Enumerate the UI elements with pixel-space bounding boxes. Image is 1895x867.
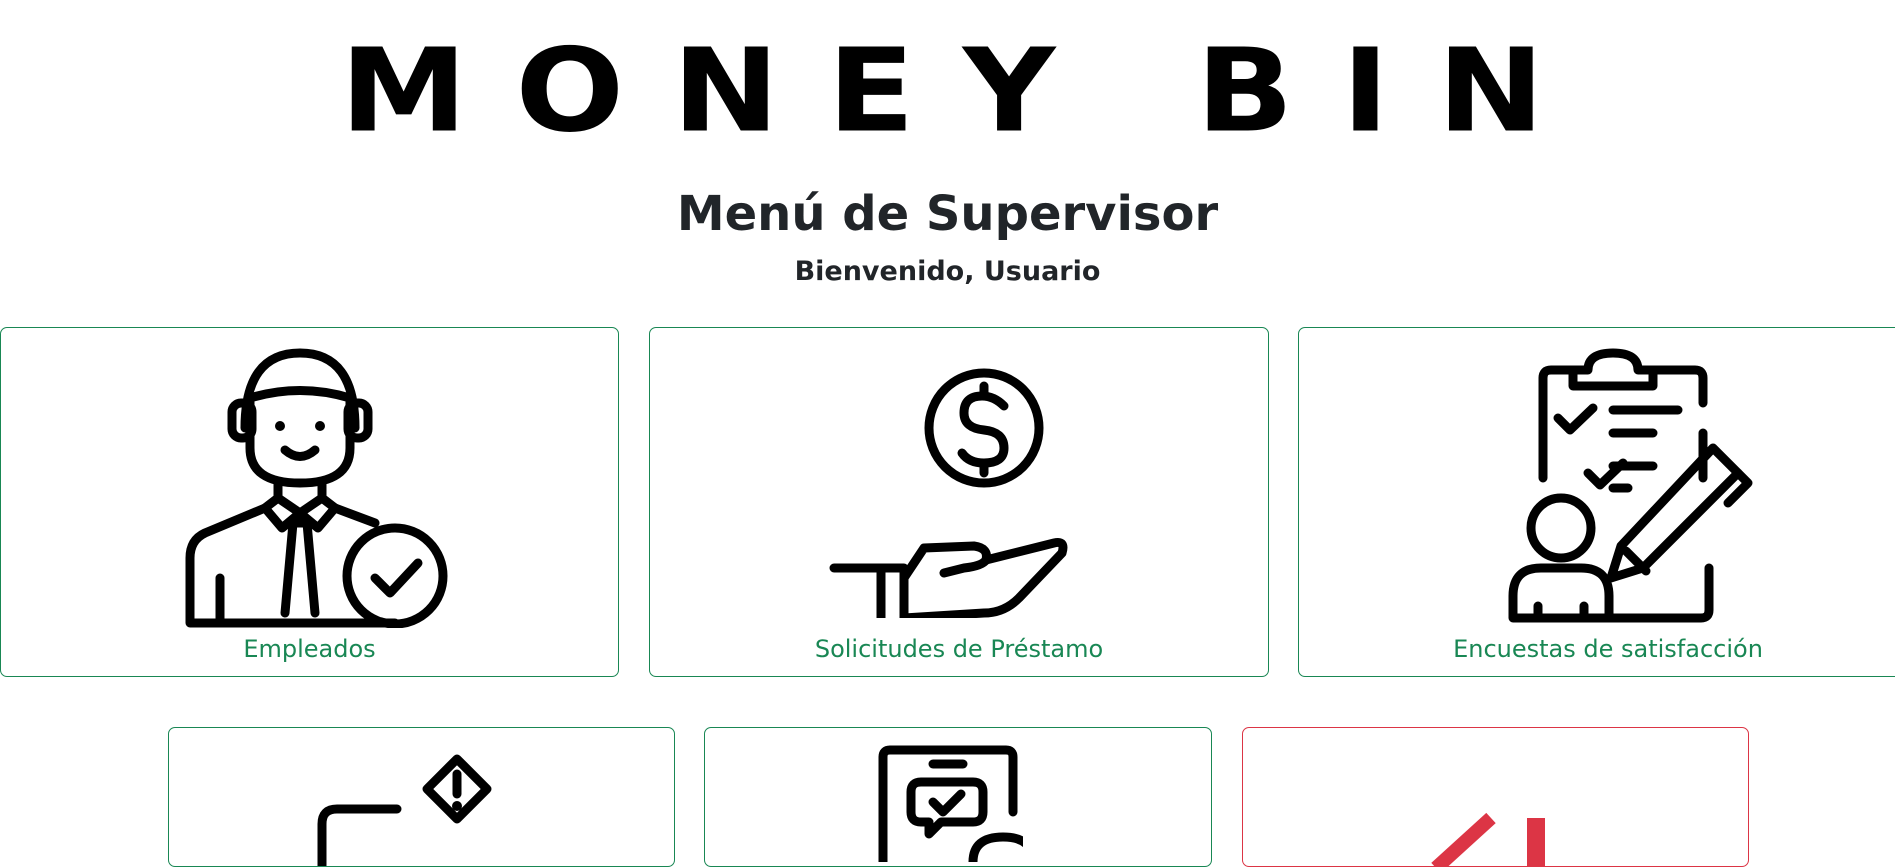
chat-review-icon [878,745,1023,862]
logout-icon [1430,812,1545,866]
loan-requests-card-label: Solicitudes de Préstamo [814,635,1104,663]
employees-card-label: Empleados [243,635,376,663]
welcome-message: Bienvenido, Usuario [794,256,1101,287]
reviews-card[interactable] [704,727,1212,867]
employee-check-icon [185,348,447,628]
logout-card[interactable] [1242,727,1749,867]
incidents-card[interactable] [168,727,675,867]
loan-requests-card[interactable]: Solicitudes de Préstamo [649,327,1269,677]
surveys-card-label: Encuestas de satisfacción [1453,635,1763,663]
employees-card[interactable]: Empleados [0,327,619,677]
hand-coin-icon [829,368,1068,618]
page-title: Menú de Supervisor [676,186,1219,242]
survey-clipboard-icon [1508,348,1753,623]
brand-logo-text: MONEY BIN [340,24,1593,159]
alert-window-icon [317,754,491,866]
brand-logo: MONEY BIN [340,32,1580,152]
surveys-card[interactable]: Encuestas de satisfacción [1298,327,1895,677]
